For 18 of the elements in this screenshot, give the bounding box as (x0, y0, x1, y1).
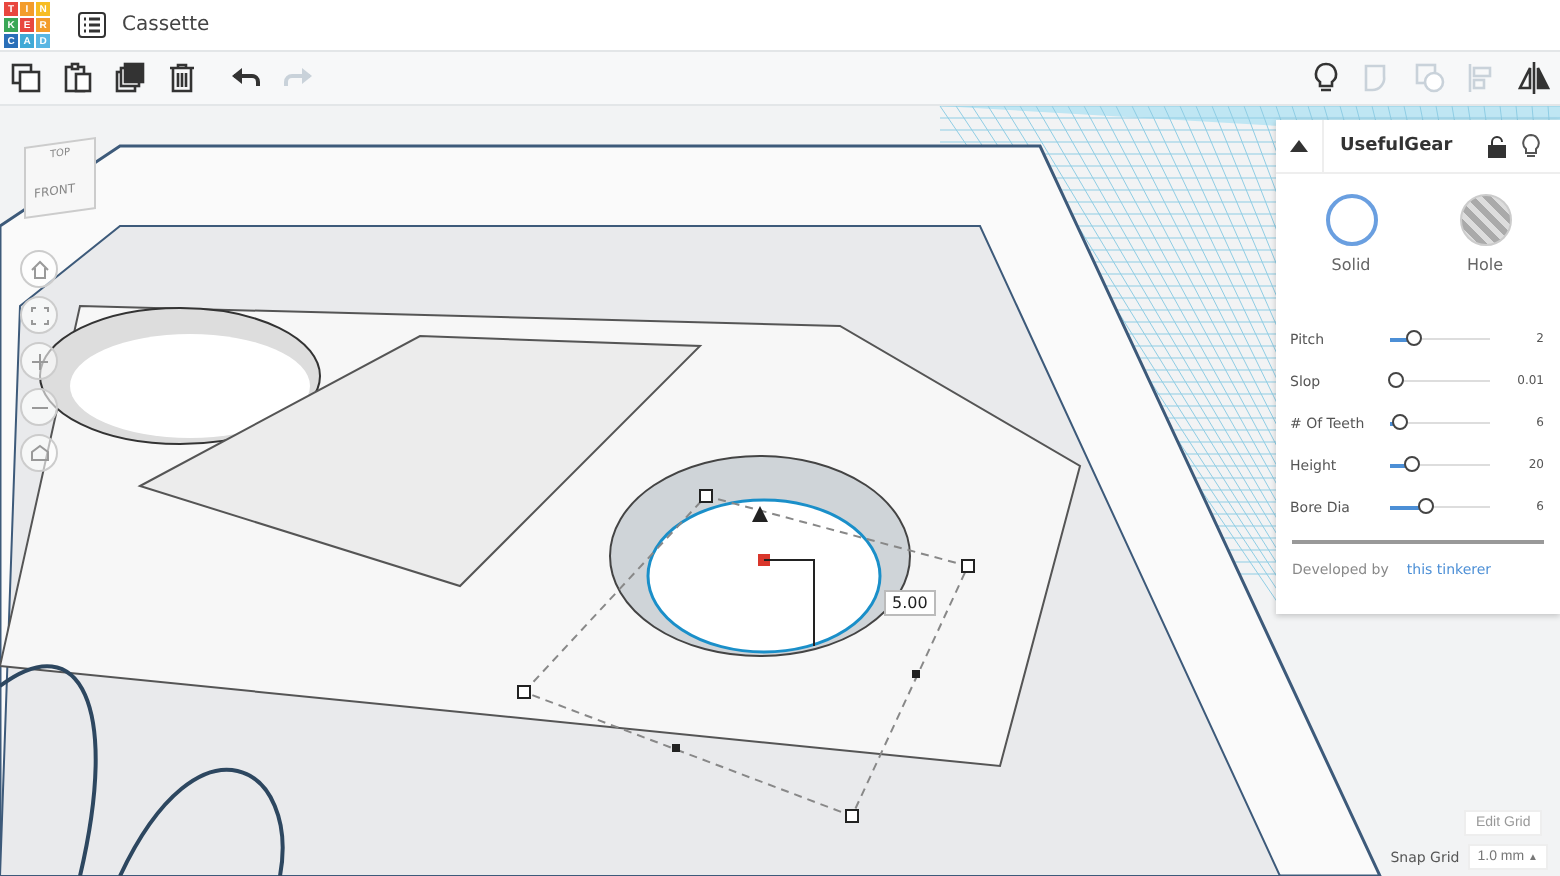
lock-icon[interactable] (1488, 135, 1506, 157)
triangle-icon (1290, 140, 1308, 152)
ungroup-icon (1414, 62, 1446, 94)
design-title[interactable]: Cassette (122, 14, 210, 36)
zoom-in-icon[interactable] (20, 342, 58, 380)
zoom-out-icon[interactable] (20, 388, 58, 426)
dimension-label[interactable]: 5.00 (884, 590, 936, 616)
copy-icon (10, 62, 42, 94)
bulb-icon[interactable] (1522, 134, 1540, 158)
paste-icon (62, 62, 94, 94)
delete-icon (166, 62, 198, 94)
fit-view-icon[interactable] (20, 296, 58, 334)
list-icon[interactable] (78, 12, 106, 38)
bulb-icon (1310, 62, 1342, 94)
home-view-icon[interactable] (20, 250, 58, 288)
duplicate-icon (114, 62, 146, 94)
shape-name: UsefulGear (1340, 136, 1455, 156)
mirror-icon (1518, 62, 1550, 94)
